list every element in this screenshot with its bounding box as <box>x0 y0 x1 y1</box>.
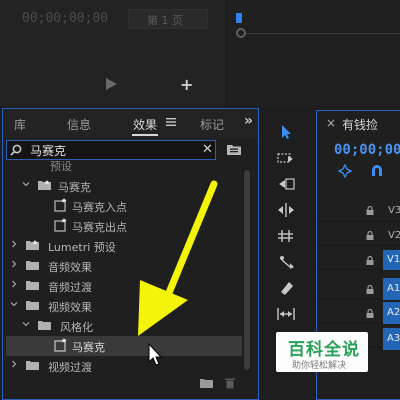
panel-menu-icon[interactable] <box>166 117 176 127</box>
chevron-right-icon[interactable] <box>10 280 18 288</box>
new-bin-icon[interactable] <box>200 378 213 388</box>
tree-row-audio-transitions[interactable]: 音频过渡 <box>6 276 242 296</box>
trash-icon[interactable] <box>224 377 236 389</box>
search-icon <box>10 144 22 156</box>
razor-tool-icon[interactable] <box>276 280 296 296</box>
tree-label: 马赛克 <box>58 181 91 194</box>
track-select-tool-icon[interactable] <box>276 150 296 166</box>
snap-magnet-icon[interactable] <box>370 164 384 178</box>
page-selector[interactable]: 第 1 页 <box>128 9 208 29</box>
lock-icon[interactable] <box>366 231 374 240</box>
folder-icon <box>26 301 39 310</box>
add-button-icon[interactable]: + <box>180 77 193 93</box>
panel-overflow-icon[interactable]: » <box>244 113 253 129</box>
playhead-marker[interactable] <box>236 13 242 23</box>
scrub-track <box>240 33 400 34</box>
ruler-area <box>226 0 400 106</box>
tree-row-mosaic-presets[interactable]: 马赛克 <box>6 176 242 196</box>
lock-icon[interactable] <box>366 206 374 215</box>
tree-label: 视频效果 <box>48 301 92 314</box>
rolling-edit-tool-icon[interactable] <box>276 202 296 218</box>
tree-row-audio-effects[interactable]: 音频效果 <box>6 256 242 276</box>
folder-icon <box>26 281 39 290</box>
tree-label: 预设 <box>50 160 72 173</box>
tree-row-video-transitions[interactable]: 视频过渡 <box>6 356 242 376</box>
tab-markers[interactable]: 标记 <box>200 116 224 133</box>
chevron-down-icon[interactable] <box>22 320 30 328</box>
slide-tool-icon[interactable] <box>276 306 296 322</box>
ripple-edit-tool-icon[interactable] <box>276 176 296 192</box>
tab-library[interactable]: 库 <box>14 116 26 133</box>
folder-icon <box>26 261 39 270</box>
clear-search-icon[interactable]: ✕ <box>202 143 213 156</box>
lock-icon[interactable] <box>366 285 374 294</box>
watermark-title: 百科全说 <box>288 340 360 360</box>
track-label-a3[interactable]: A3 <box>383 328 400 350</box>
tree-label: 马赛克 <box>72 341 105 354</box>
folder-icon <box>38 321 51 330</box>
lock-icon[interactable] <box>366 309 374 318</box>
rate-stretch-tool-icon[interactable] <box>276 228 296 244</box>
chevron-right-icon[interactable] <box>10 240 18 248</box>
lock-icon[interactable] <box>366 256 374 265</box>
tree-row-video-effects[interactable]: 视频效果 <box>6 296 242 316</box>
tree-label: 马赛克入点 <box>72 201 127 214</box>
track-label-a2[interactable]: A2 <box>383 302 400 324</box>
track-label-v3: V3 <box>388 205 400 216</box>
tree-label: Lumetri 预设 <box>48 241 116 254</box>
tab-effects[interactable]: 效果 <box>133 116 157 133</box>
scrollbar-thumb[interactable] <box>244 170 250 370</box>
search-input[interactable] <box>30 141 190 159</box>
sequence-tab[interactable]: 有钱捡 <box>342 116 378 133</box>
active-tab-indicator <box>132 134 158 136</box>
preset-folder-icon <box>26 240 39 250</box>
tree-label: 马赛克出点 <box>72 221 127 234</box>
scrub-handle[interactable] <box>236 28 246 38</box>
chevron-down-icon[interactable] <box>10 300 18 308</box>
track-label-v1[interactable]: V1 <box>383 250 400 270</box>
timeline-timecode[interactable]: 00;00;00 <box>334 142 400 158</box>
track-label-v2: V2 <box>388 230 400 241</box>
tree-row-lumetri[interactable]: Lumetri 预设 <box>6 236 242 256</box>
tree-row-mosaic-in[interactable]: 马赛克入点 <box>6 196 242 216</box>
selection-tool-icon[interactable] <box>276 124 296 140</box>
tree-label: 视频过渡 <box>48 361 92 374</box>
nest-sequence-icon[interactable] <box>338 164 352 178</box>
track-label-a1[interactable]: A1 <box>383 278 400 300</box>
chevron-right-icon[interactable] <box>10 360 18 368</box>
program-timecode[interactable]: 00;00;00;00 <box>22 11 108 26</box>
chevron-down-icon[interactable] <box>22 180 30 188</box>
effect-icon <box>54 338 67 352</box>
play-icon[interactable] <box>104 77 118 91</box>
preset-icon <box>54 198 67 212</box>
tree-row-mosaic-effect[interactable]: 马赛克 <box>6 336 242 356</box>
tree-label: 音频过渡 <box>48 281 92 294</box>
close-tab-icon[interactable]: × <box>326 116 336 130</box>
tree-row-stylize[interactable]: 风格化 <box>6 316 242 336</box>
tree-row-presets[interactable]: 预设 <box>6 158 242 178</box>
tab-info[interactable]: 信息 <box>67 116 91 133</box>
tree-label: 风格化 <box>60 321 93 334</box>
tree-label: 音频效果 <box>48 261 92 274</box>
preset-icon <box>54 218 67 232</box>
tree-row-mosaic-out[interactable]: 马赛克出点 <box>6 216 242 236</box>
chevron-right-icon[interactable] <box>10 260 18 268</box>
preset-folder-icon <box>38 180 51 190</box>
folder-icon <box>26 361 39 370</box>
new-custom-bin-icon[interactable] <box>226 142 242 156</box>
slip-tool-icon[interactable] <box>276 254 296 270</box>
watermark-subtitle: 助你轻松解决 <box>292 361 347 371</box>
